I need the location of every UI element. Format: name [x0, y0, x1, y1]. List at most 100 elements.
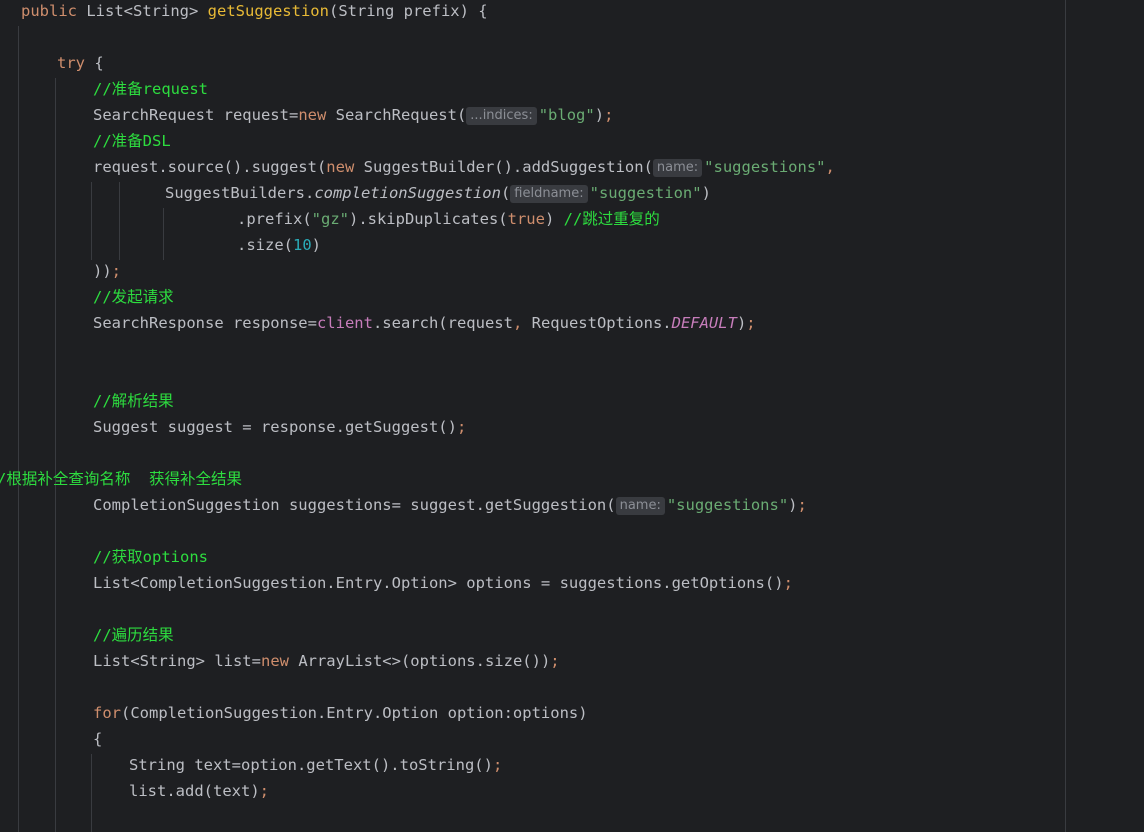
- code-text: ): [594, 106, 605, 124]
- code-line[interactable]: //遍历结果: [93, 622, 174, 648]
- comment: //跳过重复的: [563, 210, 660, 228]
- keyword: public: [21, 2, 77, 20]
- code-line[interactable]: {: [93, 726, 102, 752]
- parameter-hint: name:: [652, 159, 703, 177]
- field-reference: client: [316, 314, 373, 332]
- code-line[interactable]: list.add(text);: [129, 778, 269, 804]
- code-line[interactable]: List<CompletionSuggestion.Entry.Option> …: [93, 570, 793, 596]
- code-text: ): [736, 314, 747, 332]
- code-text: ): [311, 236, 322, 254]
- code-line[interactable]: //准备request: [93, 76, 208, 102]
- comma: ,: [825, 158, 835, 176]
- indent-guide: [163, 208, 164, 260]
- code-text: SuggestBuilders.: [165, 184, 315, 202]
- code-text: ): [544, 210, 564, 228]
- indent-guide: [119, 182, 120, 260]
- code-line[interactable]: .size(10): [237, 232, 321, 258]
- string-literal: "blog": [538, 106, 595, 124]
- code-text: ).skipDuplicates(: [348, 210, 508, 228]
- semicolon: ;: [550, 652, 560, 670]
- code-line[interactable]: public List<String> getSuggestion(String…: [21, 0, 488, 24]
- code-text: (CompletionSuggestion.Entry.Option optio…: [121, 704, 588, 722]
- code-line[interactable]: /根据补全查询名称 获得补全结果: [0, 466, 242, 492]
- string-literal: "gz": [311, 210, 349, 228]
- string-literal: "suggestions": [704, 158, 826, 176]
- comment: //准备DSL: [93, 132, 171, 150]
- code-text: ): [701, 184, 711, 202]
- keyword: for: [93, 704, 121, 722]
- semicolon: ;: [746, 314, 756, 332]
- code-line[interactable]: SearchResponse response=client.search(re…: [93, 310, 756, 336]
- code-text: List<CompletionSuggestion.Entry.Option> …: [93, 574, 784, 592]
- code-line[interactable]: String text=option.getText().toString();: [129, 752, 502, 778]
- indent-guide: [91, 754, 92, 832]
- indent-guide: [91, 182, 92, 260]
- code-text: ArrayList<>(options.size()): [288, 652, 551, 670]
- semicolon: ;: [259, 782, 269, 800]
- code-text: request.source().suggest(: [93, 158, 327, 176]
- parameter-hint: fieldname:: [510, 185, 588, 203]
- code-text: String text=option.getText().toString(): [129, 756, 493, 774]
- indent-guide: [18, 26, 19, 832]
- code-text: {: [85, 54, 104, 72]
- code-text: ): [788, 496, 798, 514]
- code-text: )): [93, 262, 112, 280]
- code-text: Suggest suggest = response.getSuggest(): [93, 418, 457, 436]
- code-text: (String prefix) {: [328, 2, 488, 20]
- comment: //解析结果: [93, 392, 174, 410]
- static-constant: DEFAULT: [671, 314, 737, 332]
- comment: //获取options: [93, 548, 208, 566]
- code-line[interactable]: SuggestBuilders.completionSuggestion(fie…: [165, 180, 711, 206]
- keyword: new: [326, 158, 355, 176]
- keyword: true: [507, 210, 545, 228]
- comment: //发起请求: [93, 288, 174, 306]
- keyword: new: [298, 106, 327, 124]
- code-line[interactable]: try {: [57, 50, 104, 76]
- code-text: SuggestBuilder().addSuggestion(: [354, 158, 653, 176]
- indent-guide: [55, 78, 56, 832]
- string-literal: "suggestion": [589, 184, 702, 202]
- semicolon: ;: [456, 418, 467, 436]
- code-text: .size(: [237, 236, 293, 254]
- code-line[interactable]: List<String> list=new ArrayList<>(option…: [93, 648, 560, 674]
- right-margin-guide: [1065, 0, 1066, 832]
- comment: /根据补全查询名称 获得补全结果: [0, 470, 242, 488]
- string-literal: "suggestions": [666, 496, 789, 514]
- code-line[interactable]: for(CompletionSuggestion.Entry.Option op…: [93, 700, 588, 726]
- comment: //遍历结果: [93, 626, 174, 644]
- code-line[interactable]: request.source().suggest(new SuggestBuil…: [93, 154, 835, 180]
- number-literal: 10: [293, 236, 312, 254]
- code-line[interactable]: CompletionSuggestion suggestions= sugges…: [93, 492, 807, 518]
- semicolon: ;: [111, 262, 122, 280]
- code-text: list.add(text): [129, 782, 260, 800]
- method-name: getSuggestion: [207, 2, 329, 20]
- code-text: List<String>: [77, 2, 208, 20]
- code-text: SearchRequest(: [326, 106, 467, 124]
- code-text: SearchRequest request=: [93, 106, 299, 124]
- semicolon: ;: [492, 756, 503, 774]
- code-text: CompletionSuggestion suggestions= sugges…: [93, 496, 616, 514]
- code-line[interactable]: //发起请求: [93, 284, 174, 310]
- code-editor[interactable]: public List<String> getSuggestion(String…: [0, 0, 1144, 832]
- code-line[interactable]: //获取options: [93, 544, 208, 570]
- code-text: .prefix(: [237, 210, 312, 228]
- code-line[interactable]: //解析结果: [93, 388, 174, 414]
- keyword: try: [57, 54, 85, 72]
- static-method: completionSuggestion: [314, 184, 501, 202]
- code-text: .search(request: [372, 314, 513, 332]
- semicolon: ;: [604, 106, 614, 124]
- keyword: new: [260, 652, 289, 670]
- semicolon: ;: [783, 574, 793, 592]
- code-line[interactable]: .prefix("gz").skipDuplicates(true) //跳过重…: [237, 206, 660, 232]
- comma: ,: [512, 314, 523, 332]
- code-text: List<String> list=: [93, 652, 261, 670]
- code-line[interactable]: ));: [93, 258, 121, 284]
- comment: //准备request: [93, 80, 208, 98]
- code-text: RequestOptions.: [522, 314, 672, 332]
- code-text: SearchResponse response=: [93, 314, 317, 332]
- code-line[interactable]: Suggest suggest = response.getSuggest();: [93, 414, 466, 440]
- parameter-hint: ...indices:: [466, 107, 537, 125]
- code-text: {: [93, 730, 103, 748]
- code-line[interactable]: SearchRequest request=new SearchRequest(…: [93, 102, 613, 128]
- code-line[interactable]: //准备DSL: [93, 128, 171, 154]
